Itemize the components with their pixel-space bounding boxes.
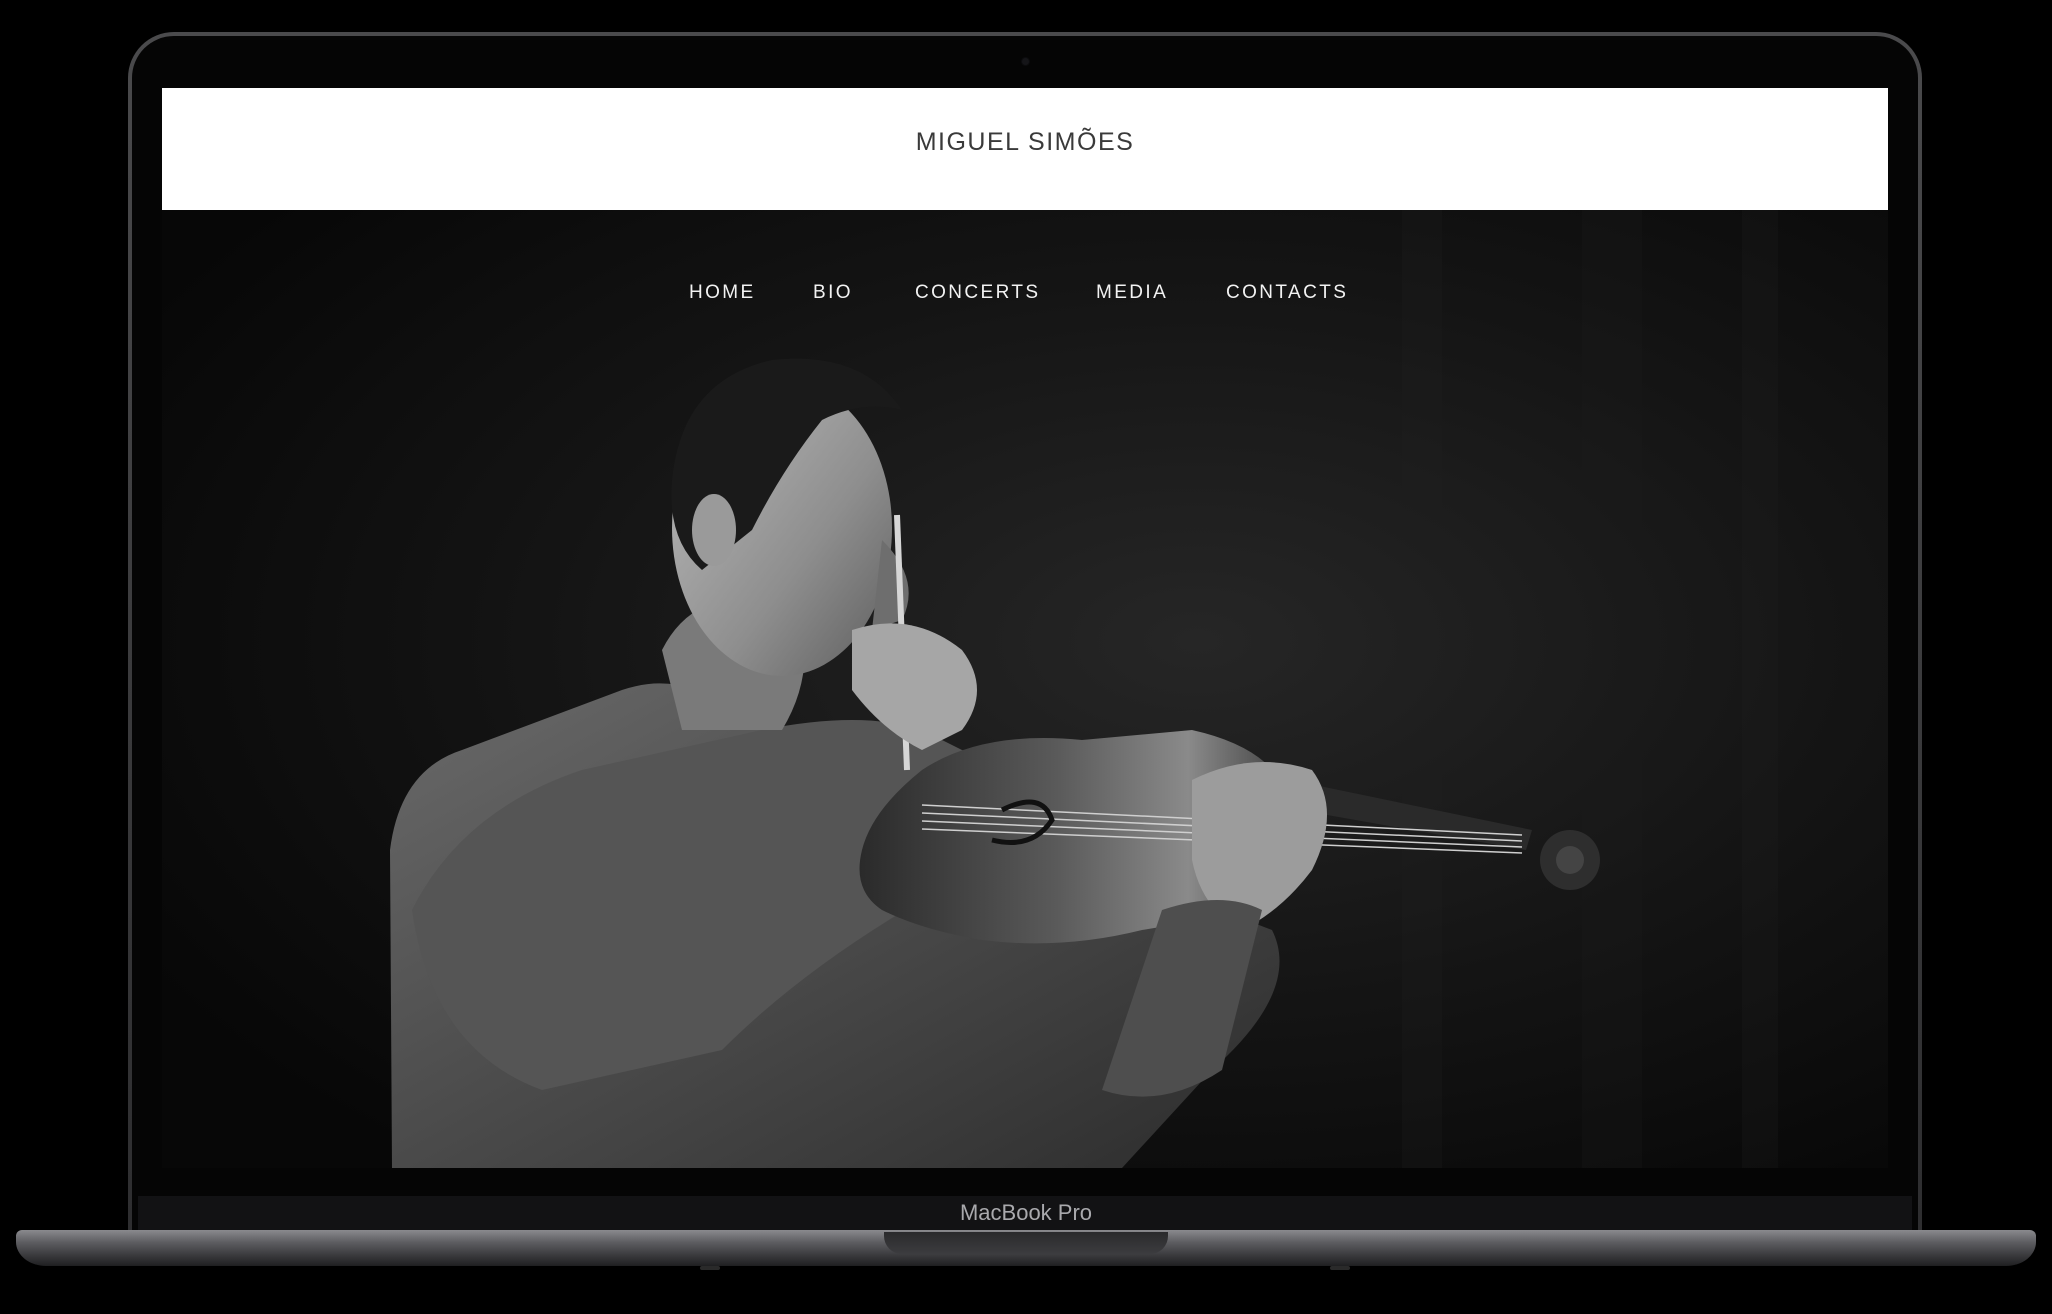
nav-item-media[interactable]: MEDIA [1096, 282, 1168, 304]
hero-image: HOME BIO CONCERTS MEDIA CONTACTS [162, 210, 1888, 1168]
nav-item-concerts[interactable]: CONCERTS [915, 282, 1040, 304]
violinist-photo [162, 210, 1888, 1168]
rubber-foot [700, 1266, 720, 1270]
main-nav: HOME BIO CONCERTS MEDIA CONTACTS [162, 282, 1888, 316]
opening-notch [884, 1232, 1168, 1254]
nav-item-contacts[interactable]: CONTACTS [1226, 282, 1348, 304]
rubber-foot [1330, 1266, 1350, 1270]
nav-item-bio[interactable]: BIO [813, 282, 853, 304]
browser-viewport: MIGUEL SIMÕES HOME BIO CONCERTS MEDIA CO… [162, 88, 1888, 1168]
device-label: MacBook Pro [959, 1200, 1093, 1225]
site-title[interactable]: MIGUEL SIMÕES [162, 128, 1888, 157]
nav-item-home[interactable]: HOME [689, 282, 756, 304]
site-header: MIGUEL SIMÕES [162, 88, 1888, 210]
camera-icon [1022, 58, 1029, 65]
device-mockup: MIGUEL SIMÕES HOME BIO CONCERTS MEDIA CO… [0, 0, 2052, 1314]
